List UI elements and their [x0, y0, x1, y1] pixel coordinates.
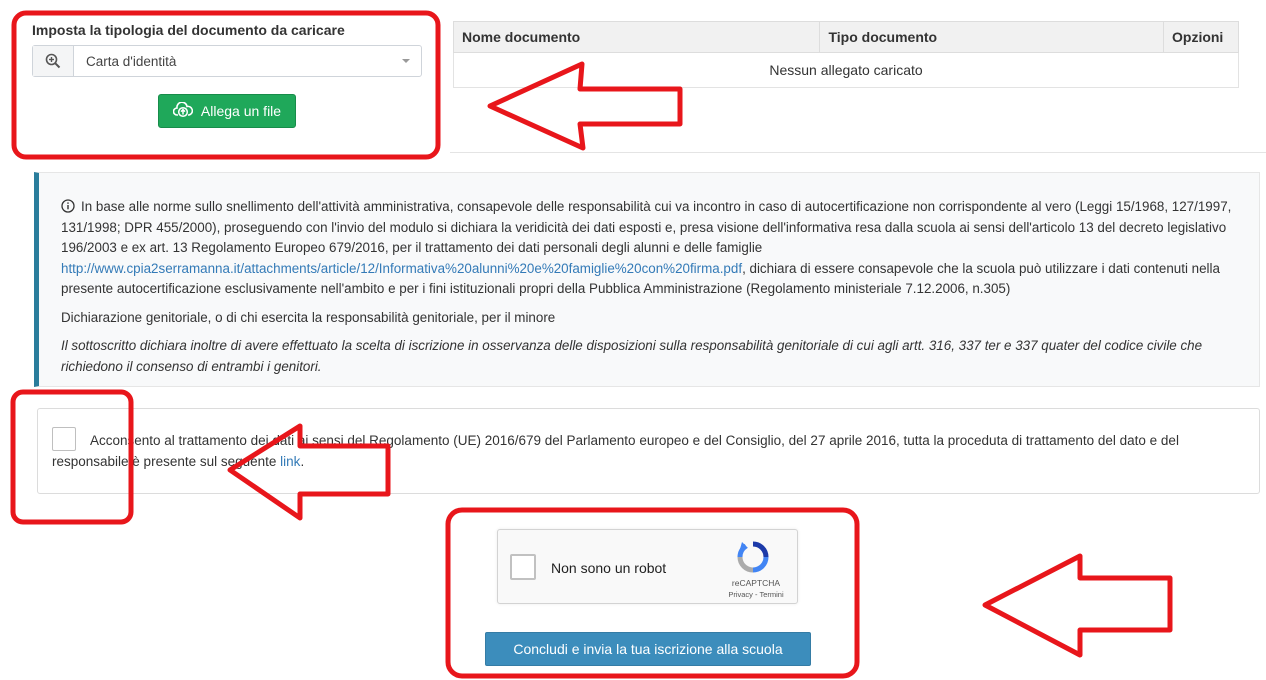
attach-file-label: Allega un file: [200, 103, 282, 119]
consent-checkbox[interactable]: [52, 427, 76, 451]
parental-declaration: Dichiarazione genitoriale, o di chi eser…: [61, 309, 556, 325]
section-divider: [450, 152, 1266, 153]
recaptcha-checkbox[interactable]: [510, 554, 536, 580]
annotation-arrow-captcha: [982, 553, 1173, 658]
recaptcha-label: Non sono un robot: [551, 560, 667, 576]
zoom-in-icon: [33, 46, 74, 76]
document-type-value: Carta d'identità: [86, 53, 177, 69]
info-circle-icon: [61, 199, 75, 213]
submit-enrollment-button[interactable]: Concludi e invia la tua iscrizione alla …: [485, 632, 811, 666]
recaptcha-logo-icon: [736, 540, 770, 577]
attach-file-button[interactable]: Allega un file: [158, 94, 296, 128]
recaptcha-brand: reCAPTCHA: [731, 578, 781, 588]
privacy-notice-text: In base alle norme sullo snellimento del…: [61, 199, 1232, 255]
table-row: Nessun allegato caricato: [453, 52, 1239, 88]
recaptcha-terms-link[interactable]: Termini: [759, 590, 783, 599]
column-header-type: Tipo documento: [819, 21, 1164, 53]
chevron-down-icon: [391, 46, 421, 76]
recaptcha-privacy-link[interactable]: Privacy: [728, 590, 753, 599]
column-header-name: Nome documento: [452, 21, 821, 53]
parental-responsibility-note: Il sottoscritto dichiara inoltre di aver…: [61, 338, 1203, 374]
upload-section-title: Imposta la tipologia del documento da ca…: [32, 22, 345, 38]
consent-box: Acconsento al trattamento dei dati ai se…: [37, 408, 1260, 494]
privacy-notice-box: In base alle norme sullo snellimento del…: [34, 172, 1260, 387]
consent-text: Acconsento al trattamento dei dati ai se…: [52, 433, 1179, 469]
documents-table: Nome documento Tipo documento Opzioni Ne…: [452, 21, 1239, 88]
empty-table-message: Nessun allegato caricato: [453, 52, 1239, 88]
recaptcha-widget: Non sono un robot reCAPTCHA Privacy - Te…: [497, 529, 798, 604]
table-header-row: Nome documento Tipo documento Opzioni: [452, 21, 1239, 53]
privacy-notice-paragraph: In base alle norme sullo snellimento del…: [61, 197, 1241, 300]
privacy-policy-link[interactable]: http://www.cpia2serramanna.it/attachment…: [61, 261, 742, 276]
recaptcha-links: Privacy - Termini: [716, 590, 796, 599]
cloud-upload-icon: [172, 100, 194, 121]
consent-link[interactable]: link: [280, 454, 300, 469]
column-header-options: Opzioni: [1163, 21, 1239, 53]
document-type-select[interactable]: Carta d'identità: [32, 45, 422, 77]
consent-suffix: .: [300, 454, 305, 469]
